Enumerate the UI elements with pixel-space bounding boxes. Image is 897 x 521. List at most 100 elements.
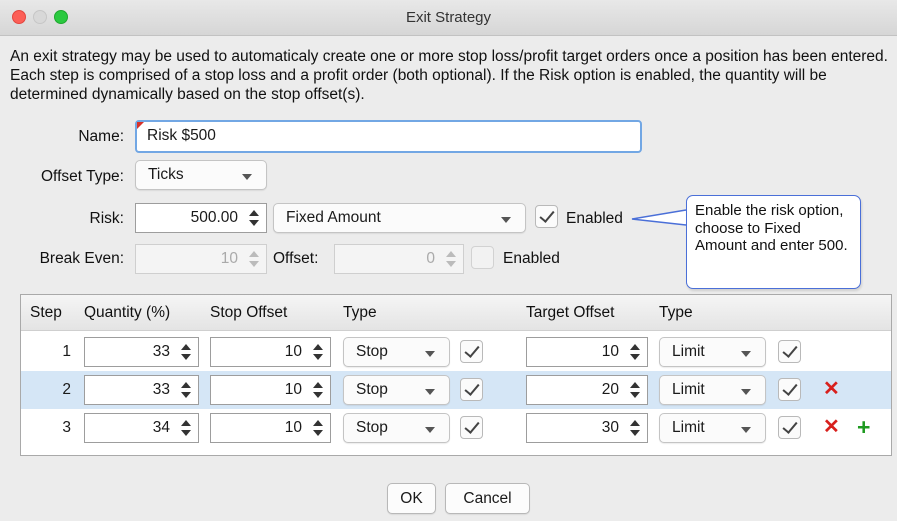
quantity-spinner[interactable]: 34 (84, 413, 199, 443)
break-even-value: 10 (220, 250, 238, 267)
spinner-arrows-icon[interactable] (181, 382, 191, 398)
step-number: 3 (62, 419, 71, 436)
name-input[interactable]: Risk $500 (135, 120, 642, 153)
table-row[interactable]: 1 33 10 Stop 10 Limit (21, 333, 891, 371)
chevron-down-icon (741, 351, 751, 357)
stop-offset-value: 10 (284, 381, 302, 398)
chevron-down-icon (425, 351, 435, 357)
quantity-value: 34 (152, 419, 170, 436)
title-bar[interactable]: Exit Strategy (0, 0, 897, 36)
delete-step-icon[interactable]: ✕ (823, 417, 840, 437)
stop-offset-value: 10 (284, 343, 302, 360)
risk-enabled-checkbox[interactable] (535, 205, 558, 228)
spinner-arrows-icon[interactable] (249, 251, 259, 267)
quantity-spinner[interactable]: 33 (84, 375, 199, 405)
spinner-arrows-icon[interactable] (181, 420, 191, 436)
exit-strategy-dialog: Exit Strategy An exit strategy may be us… (0, 0, 897, 521)
header-step: Step (30, 304, 62, 321)
stop-type-value: Stop (356, 381, 388, 398)
steps-table-header: Step Quantity (%) Stop Offset Type Targe… (21, 295, 891, 331)
quantity-value: 33 (152, 343, 170, 360)
offset-type-select[interactable]: Ticks (135, 160, 267, 190)
break-even-offset-spinner[interactable]: 0 (334, 244, 464, 274)
step-number: 1 (62, 343, 71, 360)
stop-type-select[interactable]: Stop (343, 337, 450, 367)
target-type-select[interactable]: Limit (659, 413, 766, 443)
target-offset-value: 30 (601, 419, 619, 436)
window-title: Exit Strategy (405, 9, 492, 26)
break-even-enabled-label: Enabled (503, 250, 560, 267)
spinner-arrows-icon[interactable] (446, 251, 456, 267)
spinner-arrows-icon[interactable] (249, 210, 259, 226)
break-even-enabled-checkbox[interactable] (471, 246, 494, 269)
name-label: Name: (78, 128, 124, 145)
header-stop-offset: Stop Offset (210, 304, 288, 321)
target-type-value: Limit (672, 381, 705, 398)
chevron-down-icon (741, 389, 751, 395)
target-enabled-checkbox[interactable] (778, 378, 801, 401)
chevron-down-icon (501, 217, 511, 223)
spinner-arrows-icon[interactable] (630, 420, 640, 436)
table-row[interactable]: 3 34 10 Stop 30 Limit ✕ + (21, 409, 891, 447)
stop-enabled-checkbox[interactable] (460, 416, 483, 439)
risk-amount-spinner[interactable]: 500.00 (135, 203, 267, 233)
target-type-value: Limit (672, 419, 705, 436)
quantity-value: 33 (152, 381, 170, 398)
header-target-offset: Target Offset (526, 304, 615, 321)
risk-mode-select[interactable]: Fixed Amount (273, 203, 526, 233)
spinner-arrows-icon[interactable] (313, 420, 323, 436)
header-target-type: Type (659, 304, 693, 321)
steps-table: Step Quantity (%) Stop Offset Type Targe… (20, 294, 892, 456)
stop-offset-spinner[interactable]: 10 (210, 375, 331, 405)
table-row[interactable]: 2 33 10 Stop 20 Limit ✕ (21, 371, 891, 409)
stop-enabled-checkbox[interactable] (460, 340, 483, 363)
target-type-select[interactable]: Limit (659, 337, 766, 367)
risk-amount-value: 500.00 (190, 209, 238, 226)
spinner-arrows-icon[interactable] (181, 344, 191, 360)
stop-enabled-checkbox[interactable] (460, 378, 483, 401)
target-type-value: Limit (672, 343, 705, 360)
quantity-spinner[interactable]: 33 (84, 337, 199, 367)
target-offset-spinner[interactable]: 10 (526, 337, 648, 367)
chevron-down-icon (242, 174, 252, 180)
spinner-arrows-icon[interactable] (313, 382, 323, 398)
spinner-arrows-icon[interactable] (630, 382, 640, 398)
chevron-down-icon (425, 389, 435, 395)
header-quantity: Quantity (%) (84, 304, 171, 321)
offset-type-value: Ticks (148, 166, 184, 183)
target-offset-value: 20 (601, 381, 619, 398)
target-offset-spinner[interactable]: 30 (526, 413, 648, 443)
cancel-button[interactable]: Cancel (445, 483, 530, 514)
header-stop-type: Type (343, 304, 377, 321)
stop-offset-spinner[interactable]: 10 (210, 337, 331, 367)
help-callout: Enable the risk option, choose to Fixed … (686, 195, 861, 289)
risk-mode-value: Fixed Amount (286, 209, 381, 226)
offset-label: Offset: (273, 250, 319, 267)
intro-text: An exit strategy may be used to automati… (10, 48, 888, 103)
callout-pointer (631, 209, 687, 226)
risk-label: Risk: (89, 210, 124, 227)
stop-type-value: Stop (356, 419, 388, 436)
chevron-down-icon (741, 427, 751, 433)
delete-step-icon[interactable]: ✕ (823, 379, 840, 399)
stop-type-value: Stop (356, 343, 388, 360)
stop-type-select[interactable]: Stop (343, 375, 450, 405)
offset-type-label: Offset Type: (40, 168, 124, 185)
spinner-arrows-icon[interactable] (313, 344, 323, 360)
chevron-down-icon (425, 427, 435, 433)
spinner-arrows-icon[interactable] (630, 344, 640, 360)
target-enabled-checkbox[interactable] (778, 340, 801, 363)
stop-offset-spinner[interactable]: 10 (210, 413, 331, 443)
target-type-select[interactable]: Limit (659, 375, 766, 405)
target-offset-spinner[interactable]: 20 (526, 375, 648, 405)
risk-enabled-label: Enabled (566, 210, 623, 227)
stop-offset-value: 10 (284, 419, 302, 436)
add-step-icon[interactable]: + (857, 416, 870, 439)
stop-type-select[interactable]: Stop (343, 413, 450, 443)
break-even-spinner[interactable]: 10 (135, 244, 267, 274)
break-even-label: Break Even: (39, 250, 124, 267)
ok-button[interactable]: OK (387, 483, 436, 514)
step-number: 2 (62, 381, 71, 398)
target-enabled-checkbox[interactable] (778, 416, 801, 439)
break-even-offset-value: 0 (426, 250, 435, 267)
